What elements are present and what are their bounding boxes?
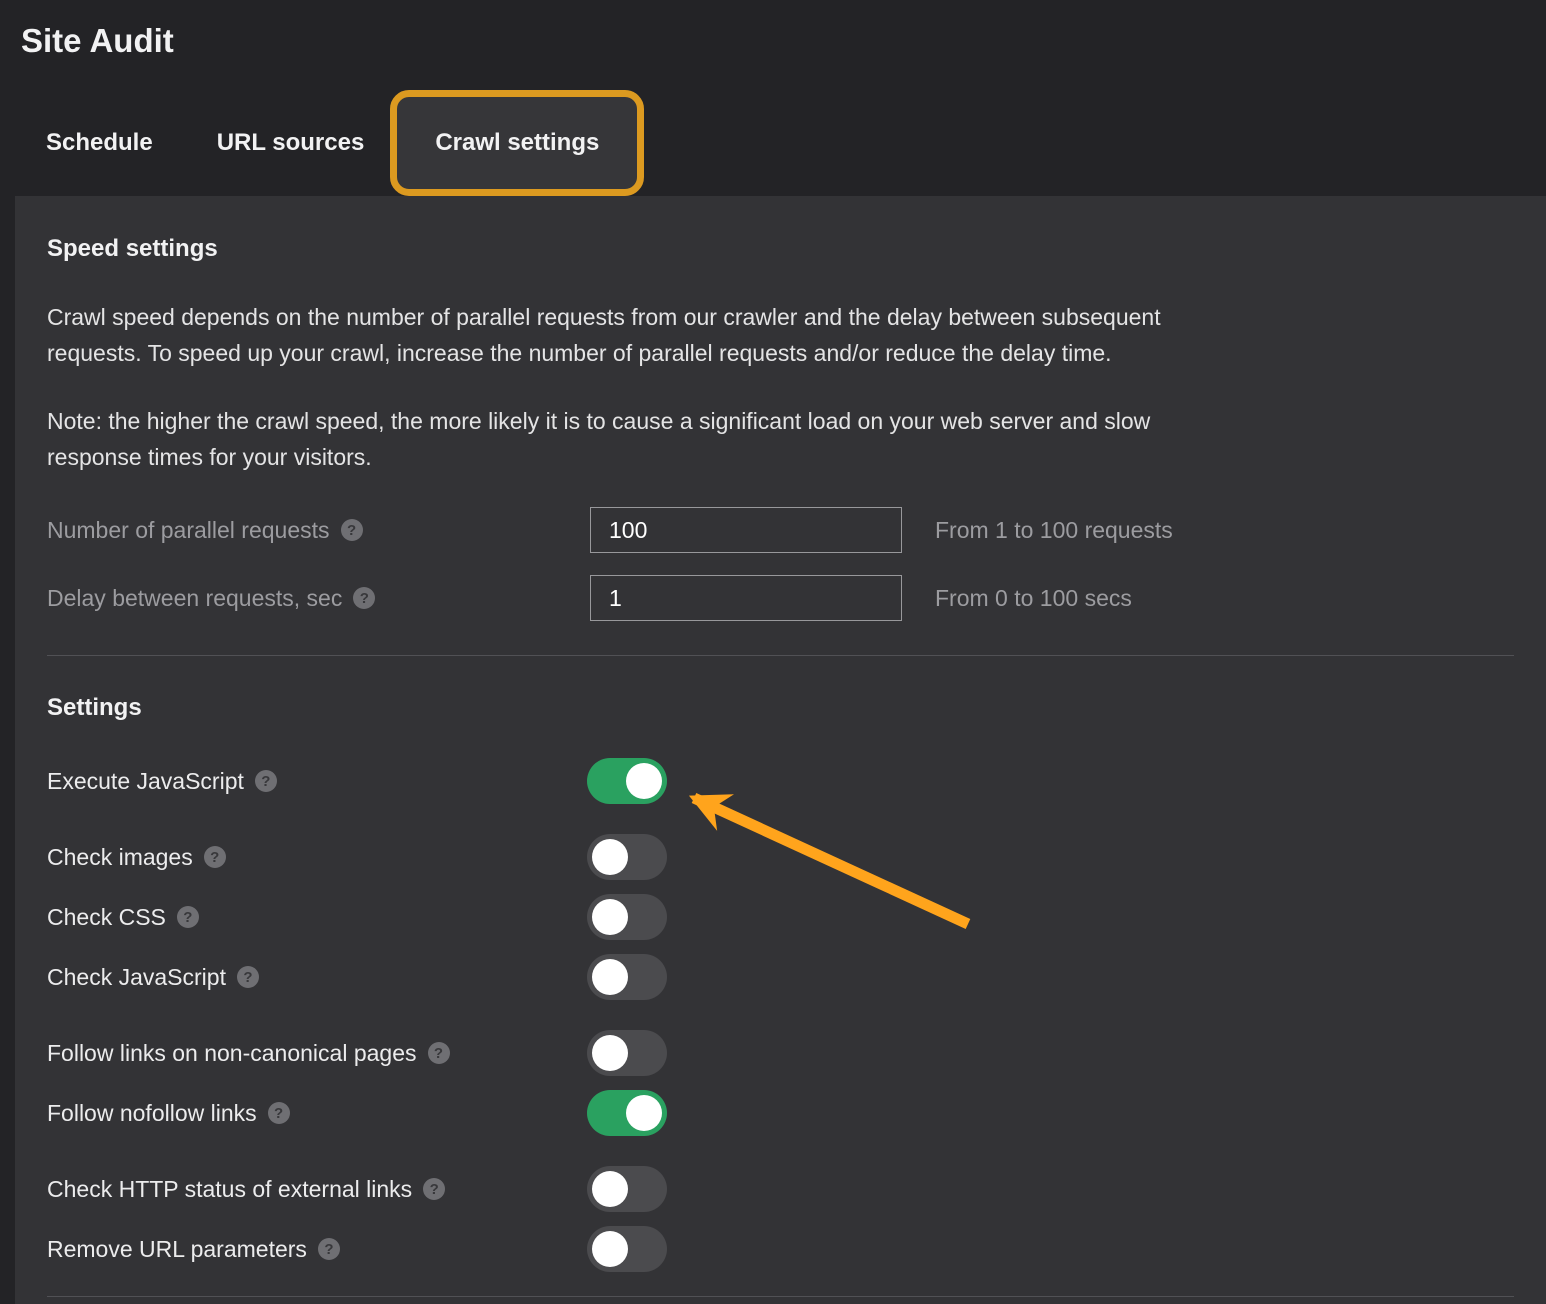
toggle-remove-url-parameters[interactable] (587, 1226, 667, 1272)
toggle-row: Execute JavaScript ? (47, 758, 1514, 804)
help-icon[interactable]: ? (255, 770, 277, 792)
toggle-label: Check JavaScript (47, 964, 226, 991)
toggle-execute-javascript[interactable] (587, 758, 667, 804)
help-icon[interactable]: ? (428, 1042, 450, 1064)
toggle-row: Remove URL parameters ? (47, 1226, 1514, 1272)
header: Site Audit Schedule URL sources Crawl se… (0, 0, 1546, 196)
toggle-label: Check CSS (47, 904, 166, 931)
number-of-parallel-requests-input[interactable] (590, 507, 902, 553)
section-divider (47, 655, 1514, 656)
help-icon[interactable]: ? (268, 1102, 290, 1124)
field-label: Number of parallel requests (47, 517, 330, 544)
toggle-label: Check HTTP status of external links (47, 1176, 412, 1203)
speed-field-list: Number of parallel requests ? From 1 to … (47, 507, 1514, 621)
help-icon[interactable]: ? (177, 906, 199, 928)
toggle-row: Check images ? (47, 834, 1514, 880)
field-label-group: Number of parallel requests ? (47, 517, 590, 544)
help-icon[interactable]: ? (353, 587, 375, 609)
toggle-label-group: Execute JavaScript ? (47, 768, 587, 795)
site-audit-settings-window: Site Audit Schedule URL sources Crawl se… (0, 0, 1546, 196)
toggle-label: Execute JavaScript (47, 768, 244, 795)
toggle-check-http-status-of-external-links[interactable] (587, 1166, 667, 1212)
toggle-row: Follow links on non-canonical pages ? (47, 1030, 1514, 1076)
toggle-check-css[interactable] (587, 894, 667, 940)
help-icon[interactable]: ? (341, 519, 363, 541)
toggle-row: Check CSS ? (47, 894, 1514, 940)
toggle-label-group: Follow links on non-canonical pages ? (47, 1040, 587, 1067)
delay-between-requests-sec-input[interactable] (590, 575, 902, 621)
crawl-settings-panel: Speed settings Crawl speed depends on th… (15, 196, 1546, 1304)
tab-crawl-settings[interactable]: Crawl settings (435, 129, 599, 157)
toggle-label: Remove URL parameters (47, 1236, 307, 1263)
tab-bar: Schedule URL sources Crawl settings (46, 90, 644, 196)
field-hint: From 0 to 100 secs (935, 585, 1132, 612)
help-icon[interactable]: ? (423, 1178, 445, 1200)
field-label: Delay between requests, sec (47, 585, 342, 612)
tab-url-sources[interactable]: URL sources (217, 129, 365, 157)
toggle-knob (592, 1171, 628, 1207)
help-icon[interactable]: ? (204, 846, 226, 868)
toggle-label: Follow links on non-canonical pages (47, 1040, 417, 1067)
toggle-follow-nofollow-links[interactable] (587, 1090, 667, 1136)
toggle-knob (592, 1035, 628, 1071)
speed-settings-heading: Speed settings (47, 235, 1514, 263)
toggle-label-group: Remove URL parameters ? (47, 1236, 587, 1263)
bottom-divider (47, 1296, 1514, 1297)
toggle-knob (626, 763, 662, 799)
toggle-row: Check JavaScript ? (47, 954, 1514, 1000)
toggle-label-group: Check HTTP status of external links ? (47, 1176, 587, 1203)
settings-toggle-list: Execute JavaScript ? Check images ? Chec… (47, 758, 1514, 1272)
toggle-follow-links-on-non-canonical-pages[interactable] (587, 1030, 667, 1076)
toggle-knob (592, 839, 628, 875)
toggle-knob (592, 899, 628, 935)
toggle-label-group: Check images ? (47, 844, 587, 871)
toggle-label: Check images (47, 844, 193, 871)
toggle-knob (626, 1095, 662, 1131)
speed-settings-note: Note: the higher the crawl speed, the mo… (47, 403, 1447, 475)
field-label-group: Delay between requests, sec ? (47, 585, 590, 612)
speed-settings-description: Crawl speed depends on the number of par… (47, 299, 1447, 371)
help-icon[interactable]: ? (237, 966, 259, 988)
help-icon[interactable]: ? (318, 1238, 340, 1260)
toggle-label-group: Check CSS ? (47, 904, 587, 931)
toggle-check-javascript[interactable] (587, 954, 667, 1000)
settings-heading: Settings (47, 694, 1514, 722)
crawl-settings-highlight-box: Crawl settings (390, 90, 644, 196)
tab-schedule[interactable]: Schedule (46, 129, 153, 157)
field-row: Number of parallel requests ? From 1 to … (47, 507, 1514, 553)
toggle-label-group: Check JavaScript ? (47, 964, 587, 991)
toggle-row: Follow nofollow links ? (47, 1090, 1514, 1136)
toggle-knob (592, 1231, 628, 1267)
toggle-row: Check HTTP status of external links ? (47, 1166, 1514, 1212)
field-hint: From 1 to 100 requests (935, 517, 1173, 544)
page-title: Site Audit (21, 22, 174, 60)
field-row: Delay between requests, sec ? From 0 to … (47, 575, 1514, 621)
toggle-knob (592, 959, 628, 995)
toggle-label-group: Follow nofollow links ? (47, 1100, 587, 1127)
toggle-check-images[interactable] (587, 834, 667, 880)
toggle-label: Follow nofollow links (47, 1100, 257, 1127)
